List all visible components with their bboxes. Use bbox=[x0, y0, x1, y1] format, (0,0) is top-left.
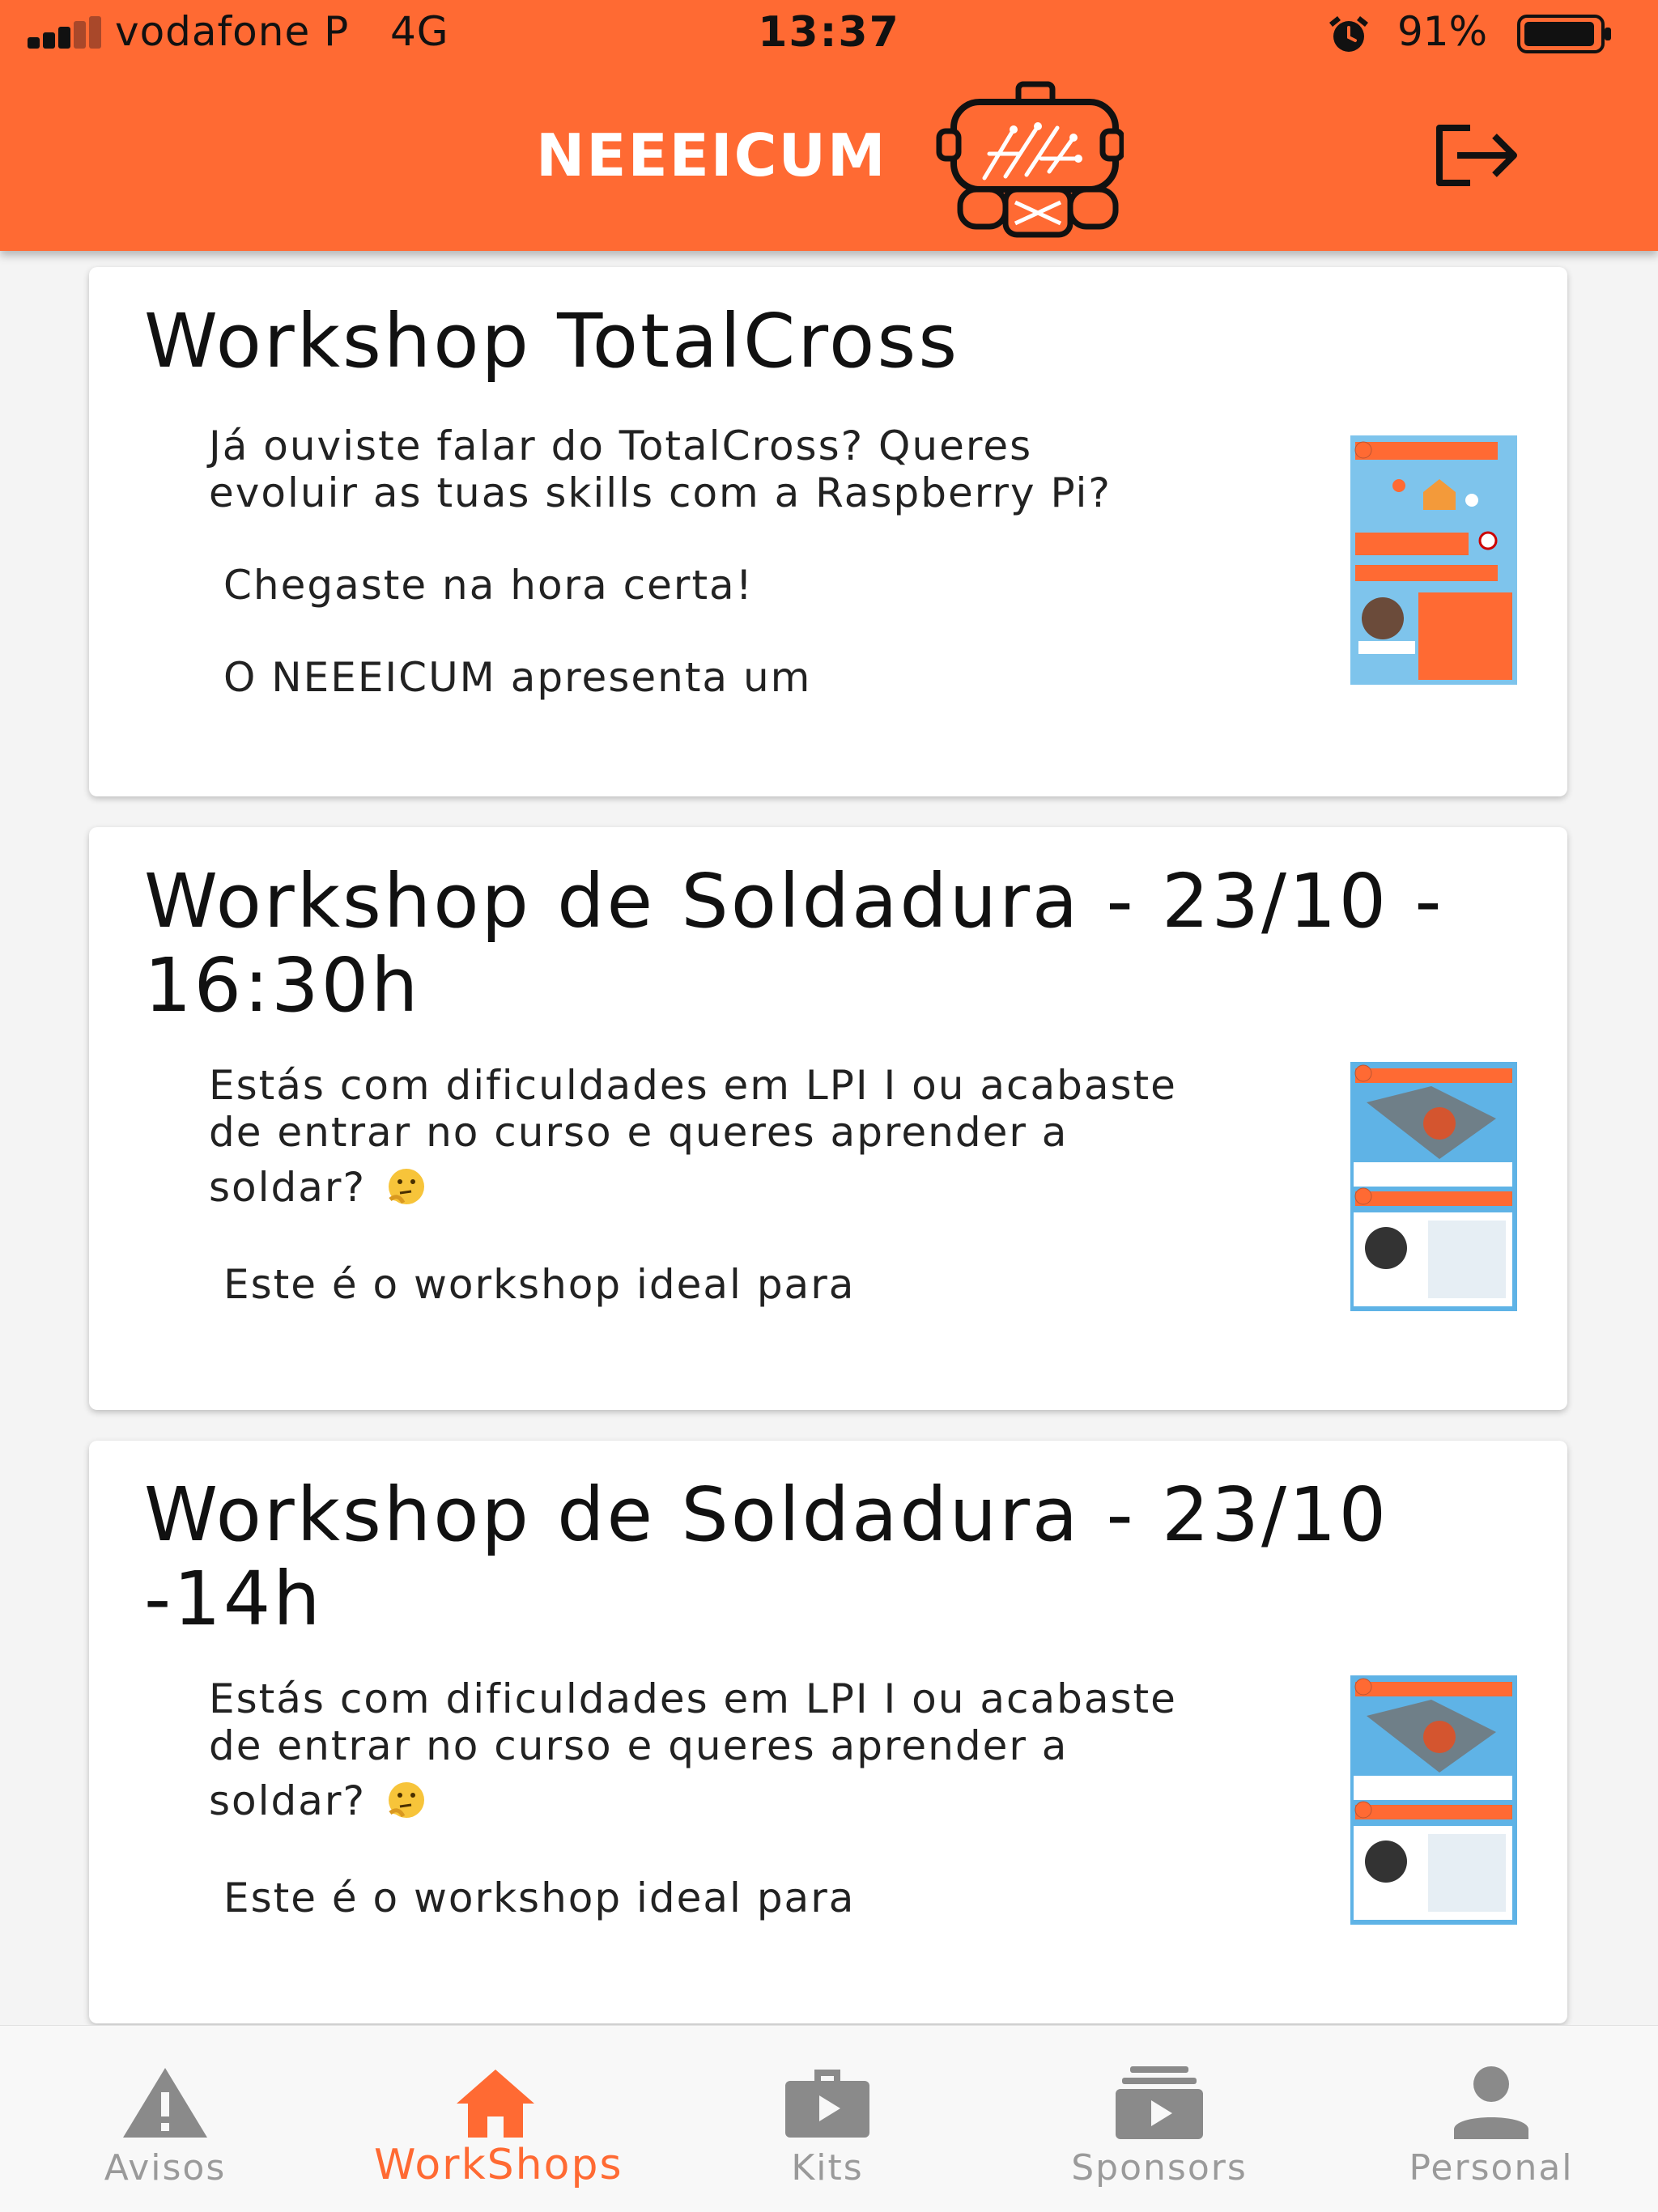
workshop-description: Já ouviste falar do TotalCross? Queres e… bbox=[209, 422, 1367, 701]
thinking-face-icon bbox=[389, 1169, 425, 1204]
workshop-description: Estás com dificuldades em LPI I ou acaba… bbox=[209, 1062, 1367, 1308]
logout-icon[interactable] bbox=[1433, 123, 1524, 188]
workshop-card[interactable]: Workshop TotalCross Já ouviste falar do … bbox=[89, 267, 1567, 796]
description-line: Já ouviste falar do TotalCross? Queres bbox=[209, 422, 1033, 469]
description-line: soldar? bbox=[209, 1164, 1367, 1211]
workshop-title: Workshop TotalCross bbox=[144, 298, 960, 384]
description-line: evoluir as tuas skills com a Raspberry P… bbox=[209, 469, 1112, 516]
battery-icon bbox=[1517, 15, 1611, 53]
workshop-title: Workshop de Soldadura - 23/10 -14h bbox=[144, 1471, 1389, 1642]
status-bar: vodafone P 4G 13:37 91% bbox=[0, 0, 1658, 68]
description-line: de entrar no curso e queres aprender a bbox=[209, 1109, 1069, 1156]
description-line: soldar? bbox=[209, 1777, 1367, 1824]
workshop-card[interactable]: Workshop de Soldadura - 23/10 -14h Estás… bbox=[89, 1441, 1567, 2023]
workshop-poster-thumbnail bbox=[1350, 435, 1517, 685]
workshop-description: Estás com dificuldades em LPI I ou acaba… bbox=[209, 1675, 1367, 1921]
nav-label: Kits bbox=[791, 2147, 864, 2189]
description-paragraph: Este é o workshop ideal para bbox=[223, 1261, 856, 1308]
app-title: NEEEICUM bbox=[536, 121, 887, 189]
person-icon bbox=[1454, 2066, 1528, 2139]
subscriptions-icon bbox=[1116, 2066, 1203, 2139]
nav-label: Personal bbox=[1409, 2147, 1574, 2189]
description-paragraph: O NEEEICUM apresenta um bbox=[223, 654, 812, 701]
workshop-title: Workshop de Soldadura - 23/10 - 16:30h bbox=[144, 858, 1444, 1029]
nav-item-workshops[interactable]: WorkShops bbox=[374, 2026, 623, 2212]
battery-percentage: 91% bbox=[1397, 8, 1488, 55]
description-line-text: soldar? bbox=[209, 1164, 367, 1211]
workshop-poster-thumbnail bbox=[1350, 1062, 1517, 1311]
briefcase-play-icon bbox=[785, 2070, 869, 2138]
nav-label: Sponsors bbox=[1071, 2147, 1248, 2189]
description-line: de entrar no curso e queres aprender a bbox=[209, 1722, 1069, 1769]
robot-circuit-logo bbox=[936, 81, 1124, 238]
workshop-poster-thumbnail bbox=[1350, 1675, 1517, 1925]
thinking-face-icon bbox=[389, 1782, 425, 1818]
nav-item-avisos[interactable]: Avisos bbox=[44, 2026, 287, 2212]
nav-label: Avisos bbox=[104, 2147, 227, 2189]
bottom-navigation: Avisos WorkShops Kits Sponsors Personal bbox=[0, 2025, 1658, 2212]
description-paragraph: Este é o workshop ideal para bbox=[223, 1874, 856, 1921]
description-line-text: soldar? bbox=[209, 1777, 367, 1824]
description-line: Estás com dificuldades em LPI I ou acaba… bbox=[209, 1062, 1177, 1109]
home-icon bbox=[457, 2070, 534, 2138]
workshop-card[interactable]: Workshop de Soldadura - 23/10 - 16:30h E… bbox=[89, 827, 1567, 1410]
nav-label: WorkShops bbox=[374, 2141, 623, 2189]
nav-item-kits[interactable]: Kits bbox=[706, 2026, 949, 2212]
description-line: Estás com dificuldades em LPI I ou acaba… bbox=[209, 1675, 1177, 1722]
description-paragraph: Chegaste na hora certa! bbox=[223, 562, 754, 609]
app-header: vodafone P 4G 13:37 91% NEEEICUM bbox=[0, 0, 1658, 251]
warning-icon bbox=[123, 2068, 207, 2138]
nav-item-personal[interactable]: Personal bbox=[1370, 2026, 1613, 2212]
alarm-icon bbox=[1329, 16, 1368, 52]
nav-item-sponsors[interactable]: Sponsors bbox=[1038, 2026, 1281, 2212]
